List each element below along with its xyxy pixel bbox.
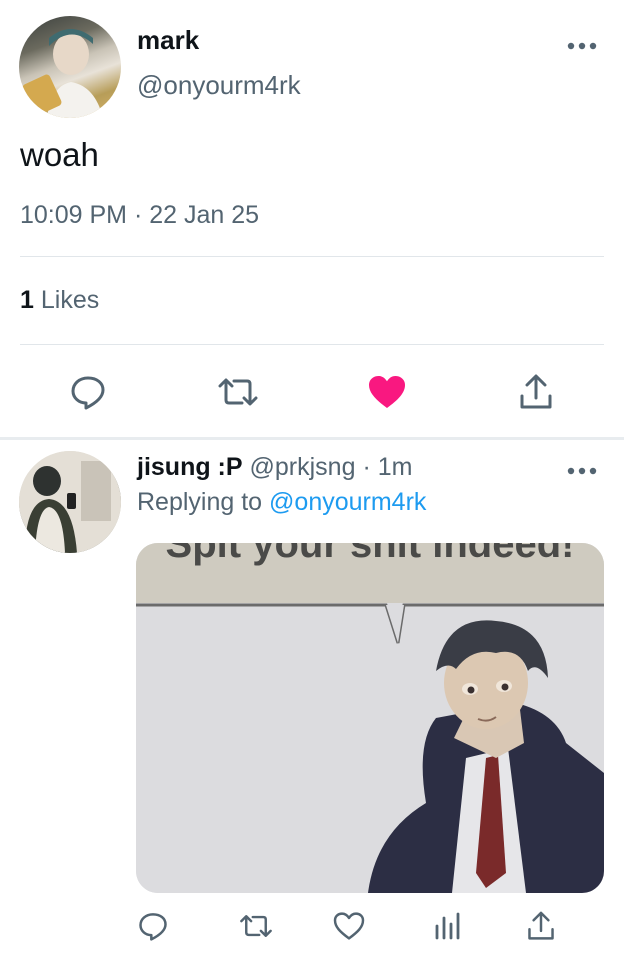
tweet-timestamp[interactable]: 10:09 PM · 22 Jan 25 xyxy=(20,201,259,230)
likes-label: Likes xyxy=(40,286,100,314)
replying-to: Replying to @onyourm4rk xyxy=(137,488,426,517)
separator: · xyxy=(362,453,371,481)
heart-icon[interactable] xyxy=(365,370,409,414)
reply-icon[interactable] xyxy=(66,370,110,414)
more-horizontal-icon[interactable] xyxy=(566,461,598,481)
replying-prefix: Replying to xyxy=(137,488,263,516)
reply-header: jisung :P @prkjsng · 1m xyxy=(137,453,412,482)
views-icon[interactable] xyxy=(430,908,464,944)
share-icon[interactable] xyxy=(524,908,558,944)
user-handle[interactable]: @onyourm4rk xyxy=(137,70,301,101)
likes-count: 1 xyxy=(20,286,34,314)
heart-icon[interactable] xyxy=(331,908,367,944)
mention-link[interactable]: @onyourm4rk xyxy=(269,488,426,516)
reply-time: 1m xyxy=(377,453,413,481)
display-name[interactable]: jisung :P xyxy=(137,453,243,481)
share-icon[interactable] xyxy=(514,370,558,414)
avatar[interactable] xyxy=(19,16,121,118)
divider xyxy=(20,344,604,345)
likes-stat[interactable]: 1 Likes xyxy=(20,286,99,315)
more-horizontal-icon[interactable] xyxy=(566,34,598,58)
divider xyxy=(20,256,604,257)
tweet-text: woah xyxy=(20,136,99,173)
user-handle[interactable]: @prkjsng xyxy=(250,453,356,481)
retweet-icon[interactable] xyxy=(214,370,262,414)
avatar[interactable] xyxy=(19,451,121,553)
media-image[interactable]: Spit your shit indeed! xyxy=(136,543,604,893)
retweet-icon[interactable] xyxy=(236,908,276,944)
thread-separator xyxy=(0,437,624,440)
reply-icon[interactable] xyxy=(136,908,170,944)
media-caption: Spit your shit indeed! xyxy=(166,543,575,566)
display-name[interactable]: mark xyxy=(137,25,199,56)
